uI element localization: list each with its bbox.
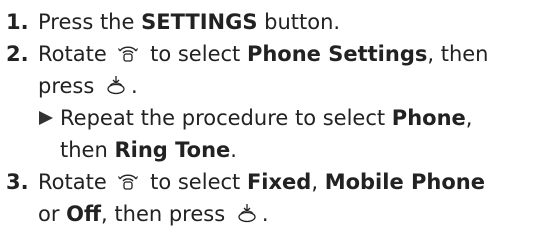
step-number: 3.	[6, 170, 29, 194]
step-2: 2. Rotate to select Phone Settings, then…	[6, 38, 543, 102]
triangle-right-icon	[38, 102, 60, 126]
interface-dial-rotate-icon	[118, 46, 139, 62]
phone-settings-label: Phone Settings	[246, 42, 428, 66]
off-label: Off	[66, 202, 102, 226]
step-1: 1. Press the SETTINGS button.	[6, 6, 543, 38]
step-2-note: Repeat the procedure to select Phone, the…	[6, 102, 543, 166]
phone-label: Phone	[391, 106, 466, 130]
step-text: Press the SETTINGS button.	[38, 10, 341, 34]
step-number: 2.	[6, 42, 29, 66]
fixed-label: Fixed	[246, 170, 312, 194]
step-3: 3. Rotate to select Fixed, Mobile Phone o…	[6, 166, 543, 230]
step-text: Rotate to select Fixed, Mobile Phone or O…	[38, 170, 485, 226]
interface-dial-press-icon	[238, 204, 256, 223]
instruction-list: 1. Press the SETTINGS button. 2. Rotate …	[0, 0, 543, 243]
interface-dial-press-icon	[107, 76, 125, 95]
interface-dial-rotate-icon	[118, 174, 139, 190]
step-number: 1.	[6, 10, 29, 34]
step-text: Rotate to select Phone Settings, then pre…	[38, 42, 489, 98]
mobile-phone-label: Mobile Phone	[324, 170, 485, 194]
note-text: Repeat the procedure to select Phone, the…	[60, 106, 473, 162]
settings-button-label: SETTINGS	[141, 10, 258, 34]
ring-tone-label: Ring Tone	[114, 138, 231, 162]
